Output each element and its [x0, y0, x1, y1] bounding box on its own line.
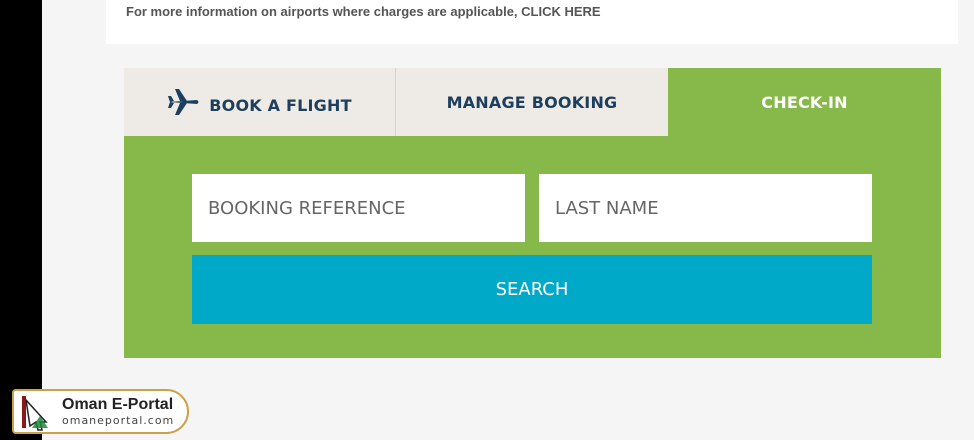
logo-url: omaneportal.com: [62, 414, 175, 427]
tab-manage-booking[interactable]: MANAGE BOOKING: [396, 68, 668, 136]
tab-check-in-label: CHECK-IN: [761, 92, 848, 112]
plane-icon: [168, 89, 199, 115]
left-black-bar: [0, 0, 42, 440]
search-button[interactable]: SEARCH: [192, 255, 872, 324]
oman-e-portal-watermark: Oman E-Portal omaneportal.com: [12, 389, 189, 434]
tab-check-in[interactable]: CHECK-IN: [668, 68, 941, 136]
last-name-input[interactable]: LAST NAME: [539, 174, 872, 242]
last-name-placeholder: LAST NAME: [555, 197, 659, 219]
logo-title: Oman E-Portal: [62, 396, 174, 413]
airport-charges-info-link[interactable]: For more information on airports where c…: [126, 4, 601, 19]
booking-reference-placeholder: BOOKING REFERENCE: [208, 197, 406, 219]
airport-charges-info-card: For more information on airports where c…: [106, 0, 958, 44]
logo-text: Oman E-Portal omaneportal.com: [62, 396, 174, 427]
oman-e-portal-logo-icon: [22, 395, 48, 431]
booking-tabs: BOOK A FLIGHT MANAGE BOOKING CHECK-IN: [124, 68, 941, 136]
booking-widget: BOOK A FLIGHT MANAGE BOOKING CHECK-IN BO…: [124, 68, 941, 358]
tab-book-a-flight[interactable]: BOOK A FLIGHT: [124, 68, 396, 136]
tab-manage-booking-label: MANAGE BOOKING: [446, 92, 618, 112]
booking-reference-input[interactable]: BOOKING REFERENCE: [192, 174, 525, 242]
tab-book-a-flight-label: BOOK A FLIGHT: [209, 95, 352, 115]
search-button-label: SEARCH: [495, 279, 569, 300]
